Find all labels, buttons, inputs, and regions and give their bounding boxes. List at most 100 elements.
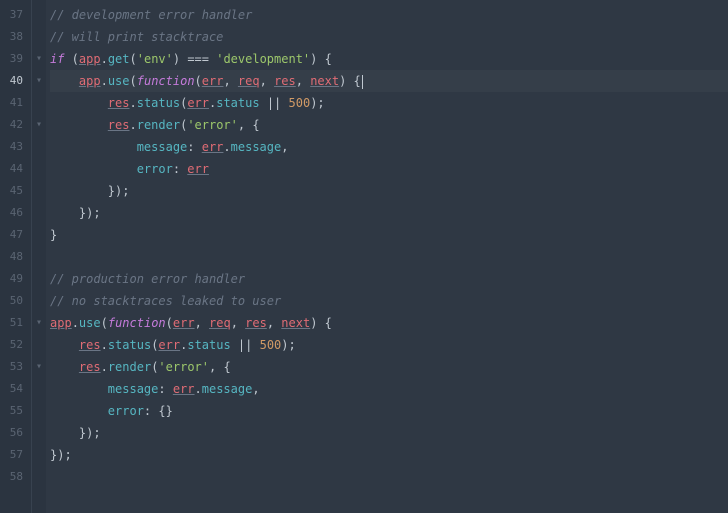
token-var: app <box>50 316 72 330</box>
code-line[interactable]: res.render('error', { <box>50 114 728 136</box>
token-prop: error <box>137 162 173 176</box>
fold-end-icon <box>32 422 46 444</box>
token-string: 'error' <box>187 118 238 132</box>
fold-toggle-icon[interactable]: ▾ <box>32 48 46 70</box>
token-plain: : {} <box>144 404 173 418</box>
code-line[interactable]: app.use(function(err, req, res, next) { <box>50 312 728 334</box>
token-string: 'env' <box>137 52 173 66</box>
code-line[interactable]: res.status(err.status || 500); <box>50 334 728 356</box>
code-line[interactable]: }); <box>50 444 728 466</box>
token-comment: // development error handler <box>50 8 252 22</box>
line-number[interactable]: 58 <box>0 466 31 488</box>
token-plain: }); <box>50 448 72 462</box>
fold-toggle-icon[interactable]: ▾ <box>32 70 46 92</box>
code-line[interactable]: } <box>50 224 728 246</box>
code-line[interactable] <box>50 246 728 268</box>
token-prop: status <box>137 96 180 110</box>
token-plain: } <box>50 228 57 242</box>
code-area[interactable]: // development error handler // will prin… <box>46 0 728 513</box>
code-line[interactable]: // production error handler <box>50 268 728 290</box>
line-number[interactable]: 38 <box>0 26 31 48</box>
line-number[interactable]: 45 <box>0 180 31 202</box>
code-editor[interactable]: 3738394041424344454647484950515253545556… <box>0 0 728 513</box>
token-prop: use <box>79 316 101 330</box>
code-line[interactable]: error: {} <box>50 400 728 422</box>
fold-toggle-icon[interactable]: ▾ <box>32 114 46 136</box>
token-prop: error <box>108 404 144 418</box>
code-line[interactable] <box>50 466 728 488</box>
code-line[interactable]: res.render('error', { <box>50 356 728 378</box>
token-var: app <box>79 52 101 66</box>
fold-spacer <box>32 246 46 268</box>
line-number[interactable]: 53 <box>0 356 31 378</box>
line-number[interactable]: 37 <box>0 4 31 26</box>
line-number[interactable]: 51 <box>0 312 31 334</box>
token-number: 500 <box>289 96 311 110</box>
line-number[interactable]: 47 <box>0 224 31 246</box>
token-plain: ); <box>310 96 324 110</box>
code-line[interactable]: // will print stacktrace <box>50 26 728 48</box>
token-var: req <box>238 74 260 88</box>
token-plain: . <box>101 74 108 88</box>
line-number[interactable]: 52 <box>0 334 31 356</box>
fold-end-icon <box>32 202 46 224</box>
token-var: err <box>173 382 195 396</box>
token-prop: status <box>108 338 151 352</box>
code-line[interactable]: // no stacktraces leaked to user <box>50 290 728 312</box>
fold-toggle-icon[interactable]: ▾ <box>32 312 46 334</box>
fold-spacer <box>32 466 46 488</box>
fold-spacer <box>32 334 46 356</box>
line-number[interactable]: 55 <box>0 400 31 422</box>
line-number[interactable]: 42 <box>0 114 31 136</box>
token-plain: ( <box>130 52 137 66</box>
fold-spacer <box>32 268 46 290</box>
line-number[interactable]: 40 <box>0 70 31 92</box>
token-var: res <box>274 74 296 88</box>
token-fn: function <box>108 316 166 330</box>
code-line[interactable]: }); <box>50 180 728 202</box>
token-prop: message <box>108 382 159 396</box>
code-line[interactable]: // development error handler <box>50 4 728 26</box>
token-plain: || <box>260 96 289 110</box>
token-plain: , <box>296 74 310 88</box>
token-plain: . <box>223 140 230 154</box>
line-number[interactable]: 54 <box>0 378 31 400</box>
token-plain: , { <box>238 118 260 132</box>
token-plain: : <box>173 162 187 176</box>
code-line[interactable]: }); <box>50 202 728 224</box>
code-line[interactable]: if (app.get('env') === 'development') { <box>50 48 728 70</box>
code-line[interactable]: message: err.message, <box>50 136 728 158</box>
line-number[interactable]: 56 <box>0 422 31 444</box>
fold-gutter[interactable]: ▾▾▾▾▾ <box>32 0 46 513</box>
fold-toggle-icon[interactable]: ▾ <box>32 356 46 378</box>
code-line[interactable]: error: err <box>50 158 728 180</box>
line-number[interactable]: 41 <box>0 92 31 114</box>
fold-spacer <box>32 290 46 312</box>
line-number[interactable]: 57 <box>0 444 31 466</box>
code-line[interactable]: app.use(function(err, req, res, next) { <box>50 70 728 92</box>
line-number-gutter[interactable]: 3738394041424344454647484950515253545556… <box>0 0 32 513</box>
token-prop: render <box>137 118 180 132</box>
code-line[interactable]: res.status(err.status || 500); <box>50 92 728 114</box>
token-var: app <box>79 74 101 88</box>
token-plain: , <box>252 382 259 396</box>
token-plain: , <box>195 316 209 330</box>
token-plain: , <box>223 74 237 88</box>
line-number[interactable]: 48 <box>0 246 31 268</box>
fold-end-icon <box>32 224 46 246</box>
line-number[interactable]: 44 <box>0 158 31 180</box>
line-number[interactable]: 50 <box>0 290 31 312</box>
line-number[interactable]: 46 <box>0 202 31 224</box>
line-number[interactable]: 43 <box>0 136 31 158</box>
line-number[interactable]: 49 <box>0 268 31 290</box>
token-number: 500 <box>260 338 282 352</box>
code-line[interactable]: message: err.message, <box>50 378 728 400</box>
line-number[interactable]: 39 <box>0 48 31 70</box>
code-line[interactable]: }); <box>50 422 728 444</box>
token-comment: // no stacktraces leaked to user <box>50 294 281 308</box>
token-var: res <box>108 96 130 110</box>
token-var: next <box>281 316 310 330</box>
token-plain: , <box>267 316 281 330</box>
token-plain: ); <box>281 338 295 352</box>
text-cursor <box>362 75 363 89</box>
